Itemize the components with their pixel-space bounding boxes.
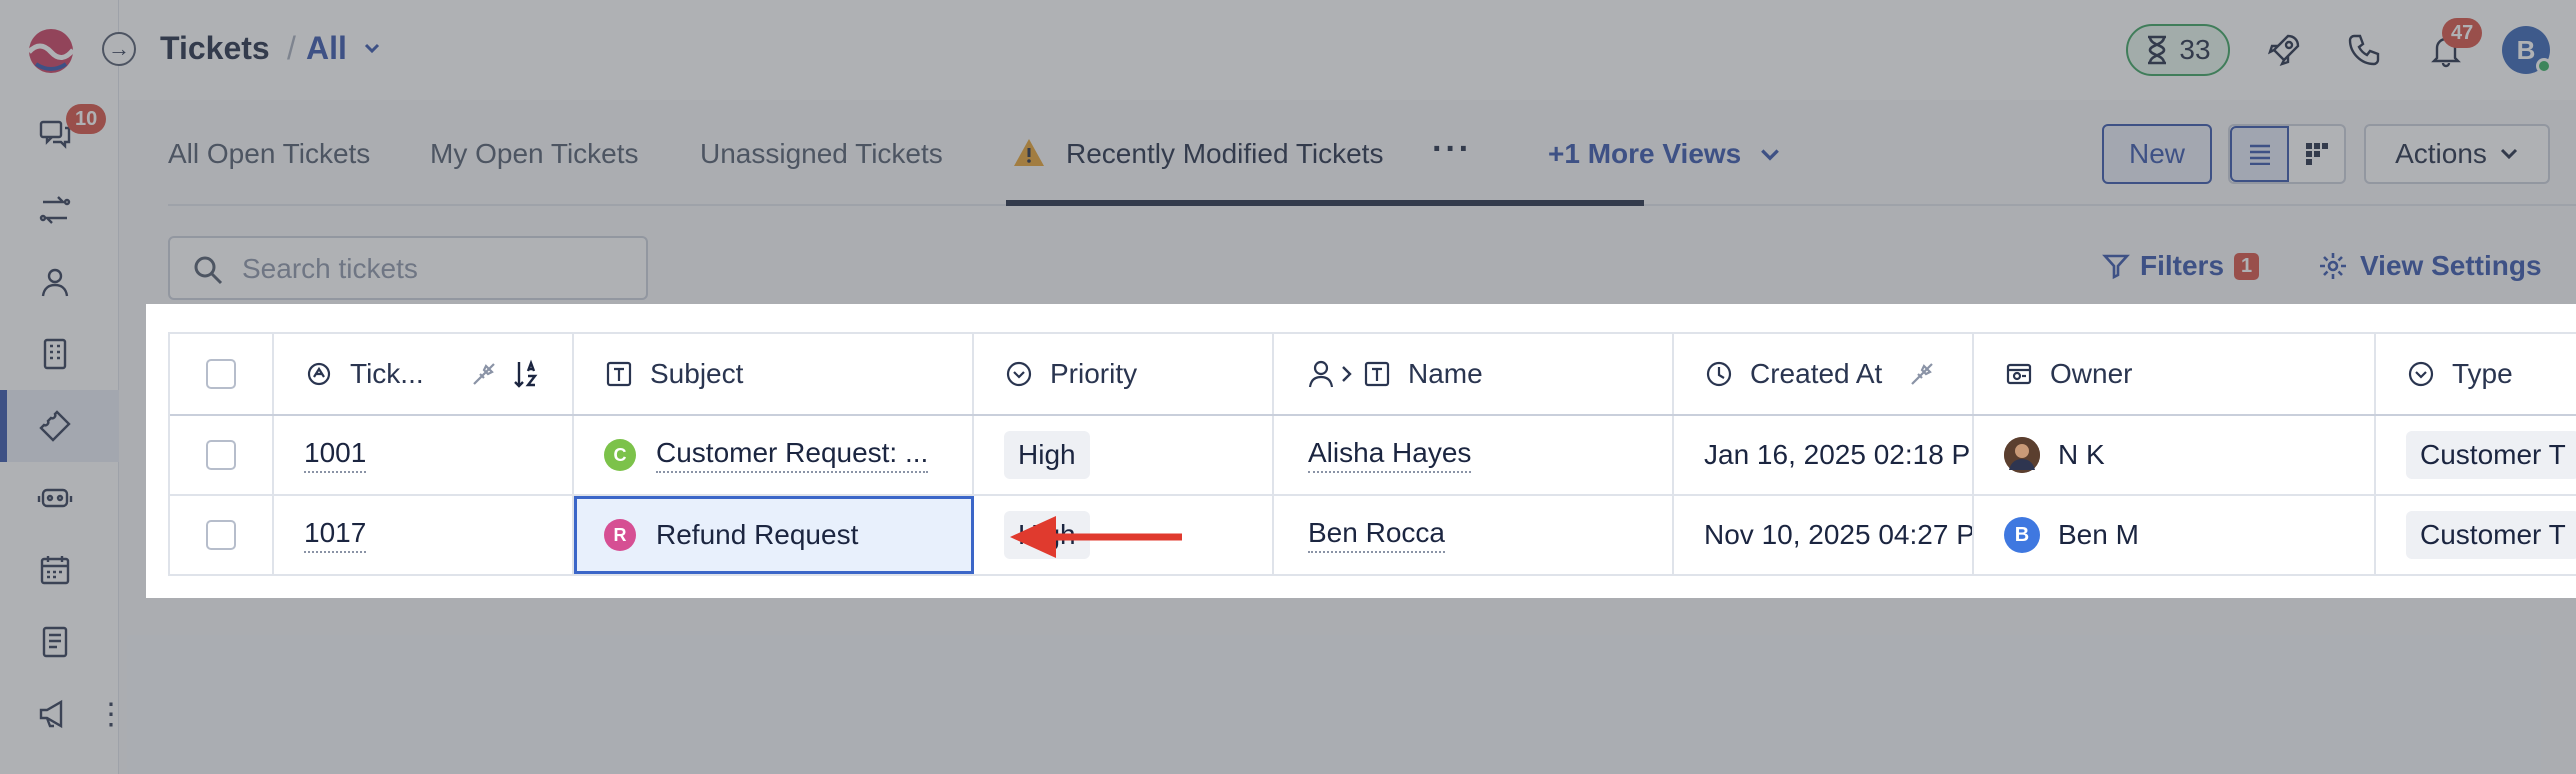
unpin-icon[interactable]: [1908, 360, 1936, 388]
owner-name: Ben M: [2058, 519, 2139, 550]
ticket-id[interactable]: 1017: [304, 517, 367, 553]
priority-pill: High: [1004, 431, 1090, 479]
column-label: Name: [1408, 358, 1483, 389]
column-label: Tick...: [350, 358, 424, 389]
sort-az-icon[interactable]: [512, 359, 542, 389]
row-checkbox[interactable]: [206, 520, 236, 550]
ticket-id[interactable]: 1001: [304, 437, 367, 473]
column-label: Priority: [1050, 358, 1138, 389]
row-select-cell: [170, 496, 274, 574]
contact-name[interactable]: Ben Rocca: [1308, 517, 1445, 553]
created-at-cell[interactable]: Nov 10, 2025 04:27 P: [1674, 496, 1974, 574]
owner-cell[interactable]: B Ben M: [1974, 496, 2376, 574]
clock-icon: [1706, 361, 1732, 387]
type-cell[interactable]: Customer T: [2376, 416, 2576, 494]
dropdown-field-icon: [1006, 361, 1032, 387]
select-all-checkbox[interactable]: [206, 359, 236, 389]
name-cell[interactable]: Ben Rocca: [1274, 496, 1674, 574]
text-field-icon: [606, 361, 632, 387]
owner-cell[interactable]: N K: [1974, 416, 2376, 494]
type-cell[interactable]: Customer T: [2376, 496, 2576, 574]
subject-cell-selected[interactable]: R Refund Request: [574, 496, 974, 574]
unpin-icon[interactable]: [470, 360, 498, 388]
owner-initial-avatar: B: [2004, 517, 2040, 553]
row-select-cell: [170, 416, 274, 494]
pointer-arrow-icon: [1010, 516, 1182, 558]
text-field-icon: [1364, 361, 1390, 387]
chevron-right-icon: [1342, 366, 1352, 382]
column-header-ticket-id[interactable]: Tick...: [274, 334, 574, 414]
column-header-subject[interactable]: Subject: [574, 334, 974, 414]
ticket-id-cell[interactable]: 1017: [274, 496, 574, 574]
table-header-row: Tick... Subject Priority Name Created At…: [170, 334, 2576, 416]
column-header-priority[interactable]: Priority: [974, 334, 1274, 414]
subject-text[interactable]: Customer Request: ...: [656, 437, 929, 473]
subject-initial-avatar: R: [604, 519, 636, 551]
column-header-name[interactable]: Name: [1274, 334, 1674, 414]
column-header-created-at[interactable]: Created At: [1674, 334, 1974, 414]
person-icon: [1308, 360, 1334, 388]
subject-initial-avatar: C: [604, 439, 636, 471]
ticket-id-cell[interactable]: 1001: [274, 416, 574, 494]
name-cell[interactable]: Alisha Hayes: [1274, 416, 1674, 494]
tickets-table: Tick... Subject Priority Name Created At…: [168, 332, 2576, 576]
created-at-cell[interactable]: Jan 16, 2025 02:18 P: [1674, 416, 1974, 494]
row-checkbox[interactable]: [206, 440, 236, 470]
column-label: Owner: [2050, 358, 2133, 389]
created-at-value: Nov 10, 2025 04:27 P: [1704, 519, 1974, 550]
column-label: Subject: [650, 358, 744, 389]
owner-field-icon: [2006, 363, 2032, 385]
select-all-cell: [170, 334, 274, 414]
table-row[interactable]: 1017 R Refund Request High Ben Rocca Nov…: [170, 496, 2576, 576]
owner-photo-avatar: [2004, 437, 2040, 473]
created-at-value: Jan 16, 2025 02:18 P: [1704, 439, 1971, 470]
column-label: Created At: [1750, 358, 1883, 389]
subject-text[interactable]: Refund Request: [656, 519, 858, 551]
column-header-type[interactable]: Type: [2376, 334, 2576, 414]
priority-cell[interactable]: High: [974, 416, 1274, 494]
table-row[interactable]: 1001 C Customer Request: ... High Alisha…: [170, 416, 2576, 496]
ticket-id-icon: [307, 362, 331, 386]
contact-name[interactable]: Alisha Hayes: [1308, 437, 1472, 473]
column-label: Type: [2452, 358, 2513, 389]
type-pill: Customer T: [2406, 511, 2576, 559]
type-pill: Customer T: [2406, 431, 2576, 479]
subject-cell[interactable]: C Customer Request: ...: [574, 416, 974, 494]
dropdown-field-icon: [2408, 361, 2434, 387]
column-header-owner[interactable]: Owner: [1974, 334, 2376, 414]
owner-name: N K: [2058, 439, 2105, 470]
